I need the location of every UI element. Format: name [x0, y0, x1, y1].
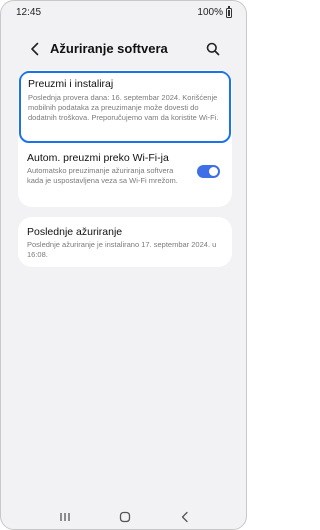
download-install-description: Poslednja provera dana: 16. septembar 20… — [28, 93, 219, 122]
update-options-card: Preuzmi i instaliraj Poslednja provera d… — [18, 70, 232, 207]
navigation-bar — [1, 507, 246, 527]
page-title: Ažuriranje softvera — [50, 41, 168, 56]
last-update-description: Poslednje ažuriranje je instalirano 17. … — [27, 240, 217, 259]
auto-download-wifi-item[interactable]: Autom. preuzmi preko Wi-Fi-ja Automatsko… — [18, 141, 232, 207]
home-button[interactable] — [117, 509, 133, 525]
nav-back-button[interactable] — [177, 509, 193, 525]
status-right: 100% — [197, 5, 232, 18]
last-update-item[interactable]: Poslednje ažuriranje Poslednje ažuriranj… — [18, 217, 232, 267]
toggle-knob — [209, 167, 218, 176]
app-bar: Ažuriranje softvera — [1, 35, 246, 63]
search-icon — [206, 42, 220, 56]
recents-button[interactable] — [57, 509, 73, 525]
nav-back-icon — [181, 511, 188, 523]
back-button[interactable] — [27, 41, 43, 57]
auto-download-wifi-toggle[interactable] — [197, 165, 220, 178]
last-update-title: Poslednje ažuriranje — [27, 226, 123, 238]
back-arrow-icon — [31, 42, 39, 56]
battery-icon — [226, 5, 232, 18]
download-install-title: Preuzmi i instaliraj — [28, 78, 114, 90]
status-bar: 12:45 100% — [1, 1, 246, 25]
auto-download-wifi-description: Automatsko preuzimanje ažuriranja softve… — [27, 166, 178, 185]
recents-icon — [60, 513, 70, 521]
download-install-item[interactable]: Preuzmi i instaliraj Poslednja provera d… — [19, 71, 231, 143]
phone-screen: 12:45 100% Ažuriranje softvera Preuzmi i… — [0, 0, 247, 530]
battery-percentage: 100% — [197, 7, 223, 18]
search-button[interactable] — [205, 41, 221, 57]
status-time: 12:45 — [16, 7, 42, 18]
home-icon — [119, 511, 131, 523]
auto-download-wifi-title: Autom. preuzmi preko Wi-Fi-ja — [27, 152, 169, 164]
